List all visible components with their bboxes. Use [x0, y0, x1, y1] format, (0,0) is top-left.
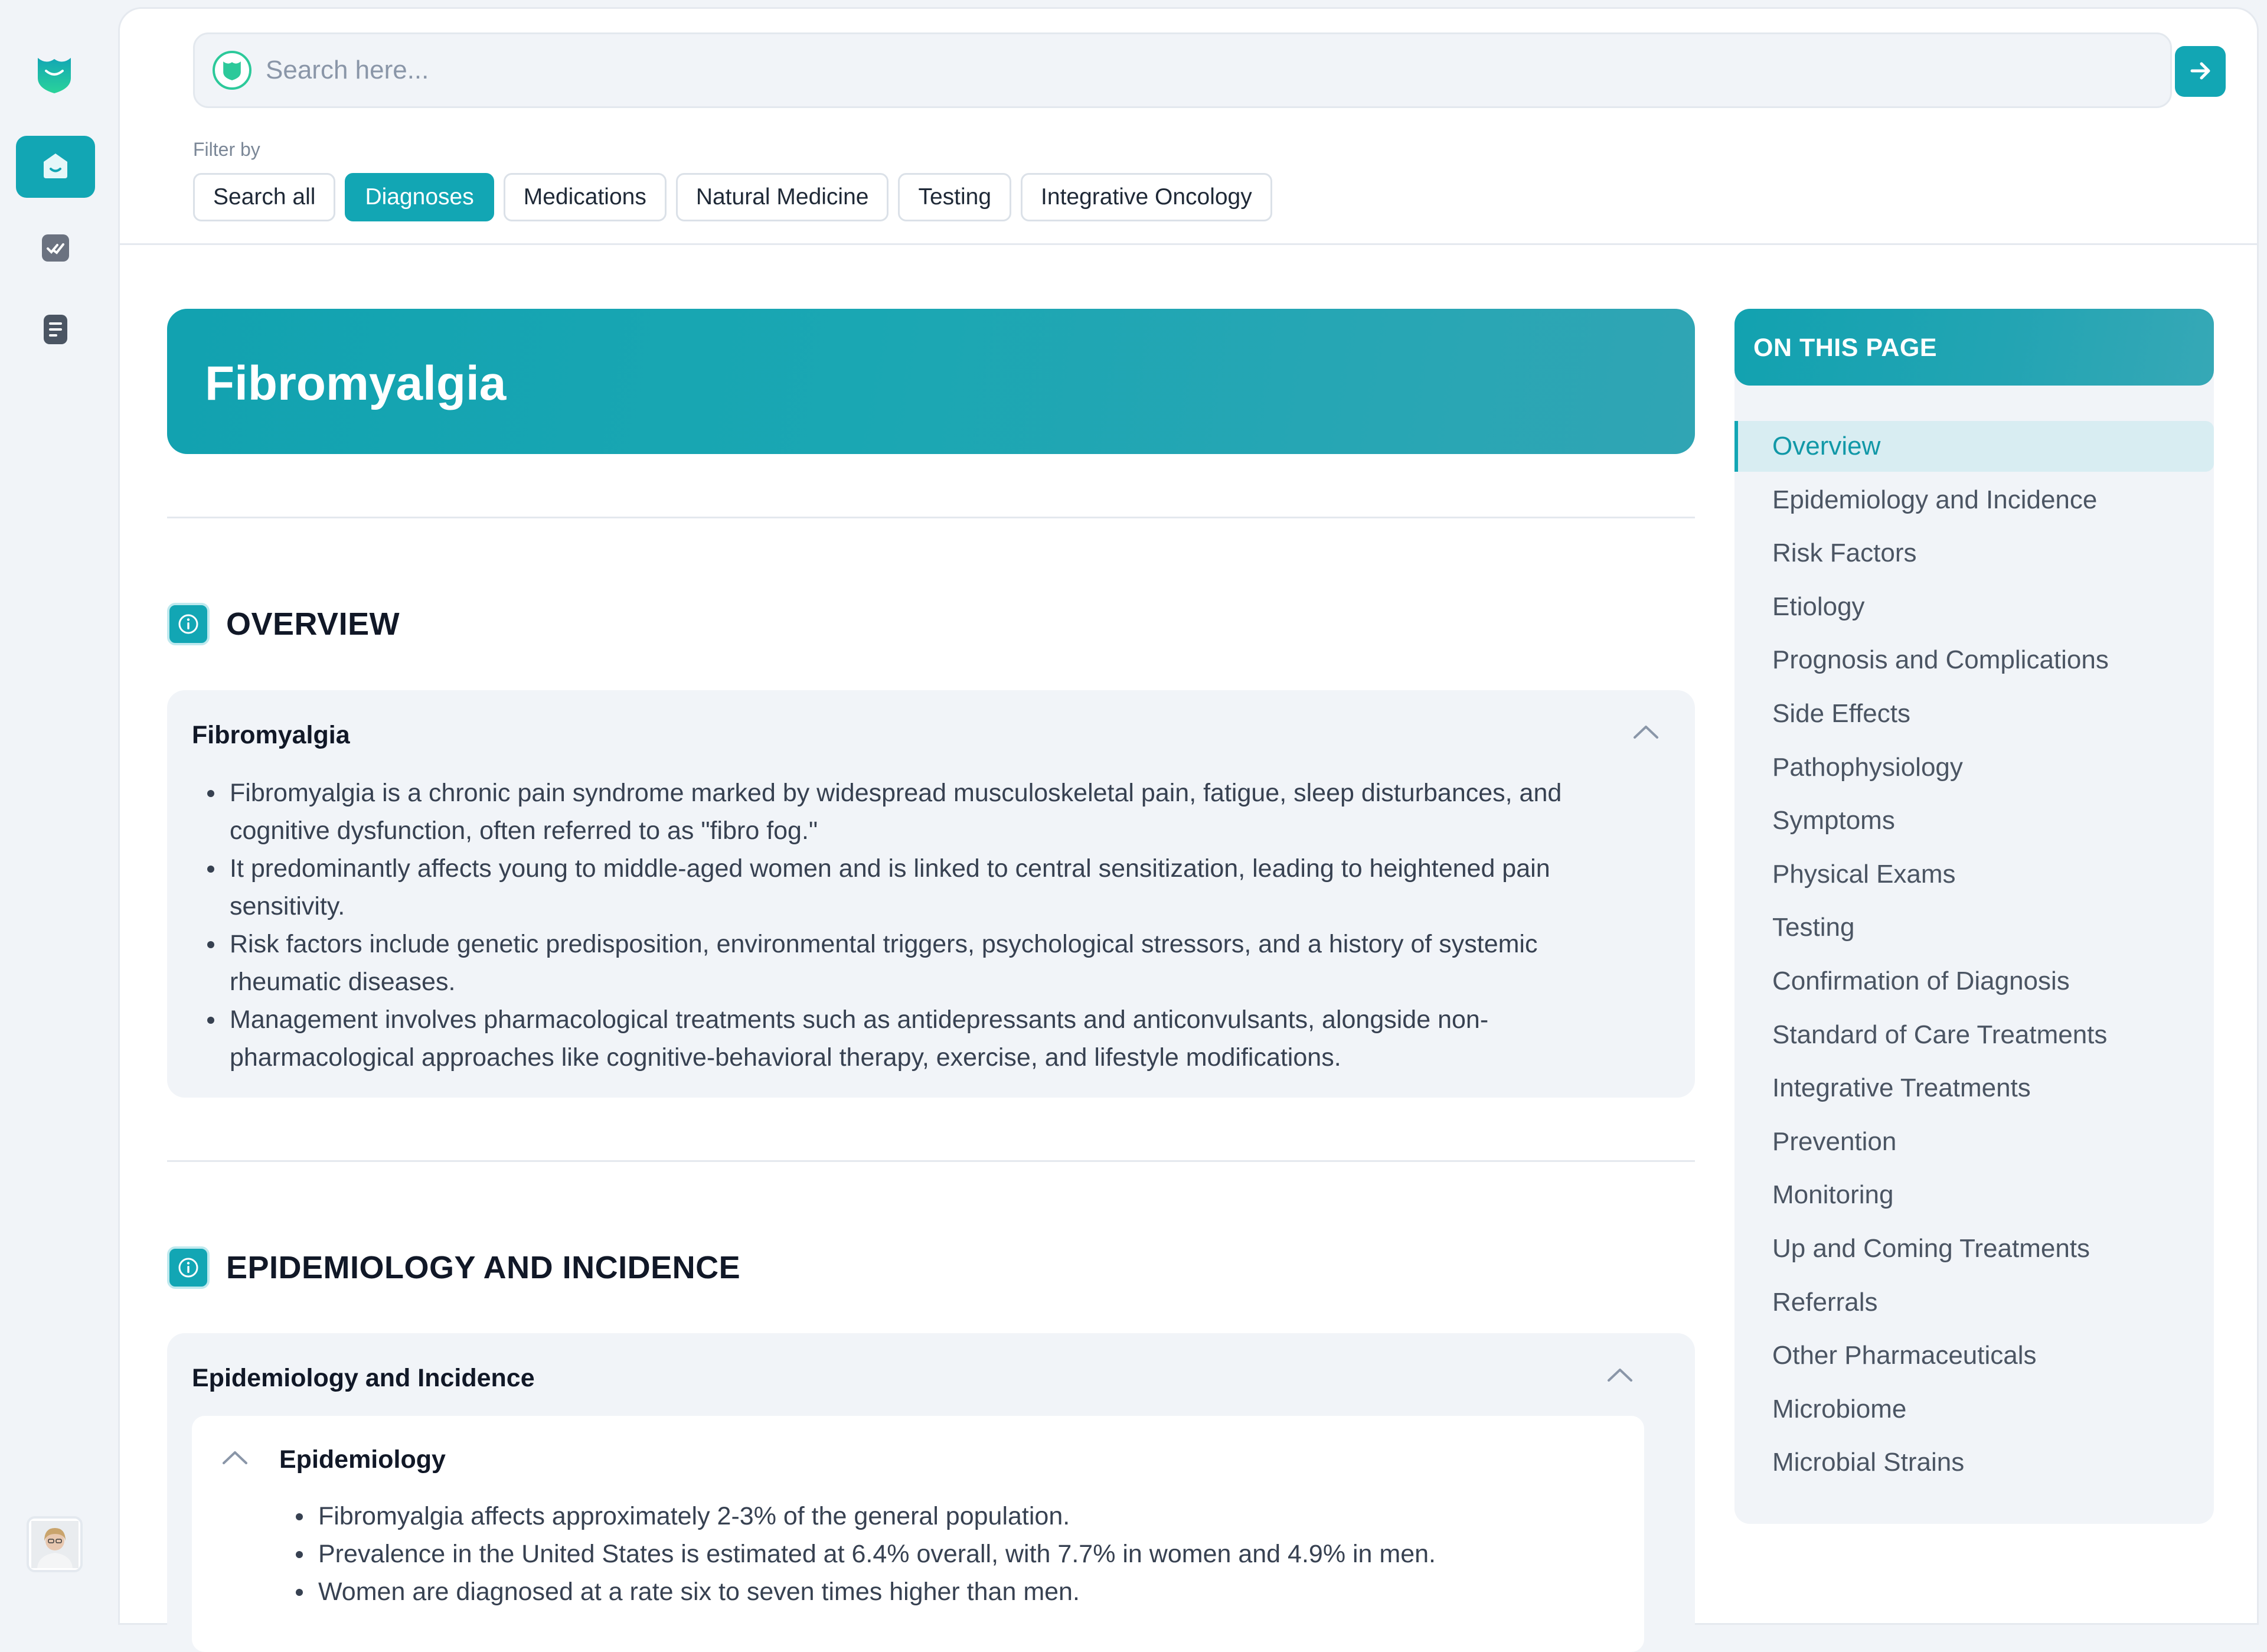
filter-chip-medications[interactable]: Medications	[503, 173, 667, 221]
epidemiology-bullet-list: Fibromyalgia affects approximately 2-3% …	[280, 1497, 1603, 1611]
user-avatar[interactable]	[27, 1516, 83, 1572]
app-logo-icon[interactable]	[37, 54, 72, 94]
list-item: Risk factors include genetic predisposit…	[192, 925, 1597, 1001]
panel-title: Epidemiology and Incidence	[192, 1364, 535, 1392]
list-item: Management involves pharmacological trea…	[192, 1001, 1597, 1076]
search-bar[interactable]	[193, 32, 2226, 108]
toc-heading: ON THIS PAGE	[1753, 334, 1938, 362]
section-title: OVERVIEW	[226, 606, 400, 642]
filter-chip-integrative-oncology[interactable]: Integrative Oncology	[1021, 173, 1272, 221]
toc-item-microbiome[interactable]: Microbiome	[1734, 1384, 2214, 1435]
toc-item-testing[interactable]: Testing	[1734, 902, 2214, 953]
toc-item-referrals[interactable]: Referrals	[1734, 1277, 2214, 1328]
left-rail	[0, 0, 116, 1612]
on-this-page-nav: ON THIS PAGE Overview Epidemiology and In…	[1734, 309, 2214, 1524]
search-input[interactable]	[266, 50, 2072, 91]
chevron-up-icon[interactable]	[221, 1449, 249, 1465]
toc-item-other-pharmaceuticals[interactable]: Other Pharmaceuticals	[1734, 1330, 2214, 1381]
search-header: Filter by Search all Diagnoses Medicatio…	[120, 9, 2257, 245]
toc-header: ON THIS PAGE	[1734, 309, 2214, 386]
toc-item-overview[interactable]: Overview	[1734, 421, 2214, 472]
filter-chip-testing[interactable]: Testing	[898, 173, 1012, 221]
info-icon	[167, 1246, 210, 1289]
toc-item-pathophysiology[interactable]: Pathophysiology	[1734, 742, 2214, 793]
list-item: Prevalence in the United States is estim…	[280, 1535, 1603, 1573]
toc-item-microbial-strains[interactable]: Microbial Strains	[1734, 1437, 2214, 1488]
main-content-card: Filter by Search all Diagnoses Medicatio…	[118, 7, 2259, 1652]
list-item: Fibromyalgia is a chronic pain syndrome …	[192, 774, 1597, 850]
section-divider	[167, 517, 1695, 518]
checklist-icon	[40, 233, 71, 266]
toc-item-etiology[interactable]: Etiology	[1734, 582, 2214, 632]
info-icon	[167, 603, 210, 645]
toc-item-symptoms[interactable]: Symptoms	[1734, 795, 2214, 846]
toc-item-integrative-treatments[interactable]: Integrative Treatments	[1734, 1063, 2214, 1114]
section-header-overview: OVERVIEW	[167, 603, 400, 645]
nav-home-button[interactable]	[16, 136, 95, 198]
filter-chip-group: Search all Diagnoses Medications Natural…	[193, 173, 1272, 221]
nav-documents-button[interactable]	[16, 300, 95, 362]
nav-tasks-button[interactable]	[16, 218, 95, 280]
chevron-up-icon[interactable]	[1606, 1366, 1634, 1383]
toc-item-up-and-coming-treatments[interactable]: Up and Coming Treatments	[1734, 1223, 2214, 1274]
toc-item-epidemiology-and-incidence[interactable]: Epidemiology and Incidence	[1734, 475, 2214, 525]
overview-bullet-list: Fibromyalgia is a chronic pain syndrome …	[192, 774, 1597, 1076]
epidemiology-panel: Epidemiology and Incidence Epidemiology …	[167, 1333, 1695, 1652]
search-submit-button[interactable]	[2175, 46, 2226, 97]
filter-chip-search-all[interactable]: Search all	[193, 173, 336, 221]
toc-item-monitoring[interactable]: Monitoring	[1734, 1170, 2214, 1220]
arrow-right-icon	[2187, 58, 2213, 86]
epidemiology-subsection: Epidemiology Fibromyalgia affects approx…	[192, 1416, 1644, 1652]
filter-label: Filter by	[193, 139, 260, 160]
toc-item-physical-exams[interactable]: Physical Exams	[1734, 849, 2214, 900]
home-icon	[40, 150, 71, 184]
document-icon	[40, 313, 71, 349]
toc-item-prevention[interactable]: Prevention	[1734, 1116, 2214, 1167]
panel-title: Fibromyalgia	[192, 721, 350, 749]
toc-item-confirmation-of-diagnosis[interactable]: Confirmation of Diagnosis	[1734, 956, 2214, 1007]
page-title-banner: Fibromyalgia	[167, 309, 1695, 454]
filter-chip-natural-medicine[interactable]: Natural Medicine	[675, 173, 889, 221]
section-divider	[167, 1160, 1695, 1162]
toc-item-standard-of-care-treatments[interactable]: Standard of Care Treatments	[1734, 1010, 2214, 1060]
page-title: Fibromyalgia	[205, 357, 507, 410]
chevron-up-icon[interactable]	[1632, 723, 1660, 740]
filter-chip-diagnoses[interactable]: Diagnoses	[345, 173, 494, 221]
section-header-epidemiology: EPIDEMIOLOGY AND INCIDENCE	[167, 1246, 740, 1289]
subsection-title: Epidemiology	[279, 1445, 446, 1474]
overview-panel: Fibromyalgia Fibromyalgia is a chronic p…	[167, 690, 1695, 1098]
toc-list: Overview Epidemiology and Incidence Risk F…	[1734, 421, 2214, 1491]
toc-item-prognosis-and-complications[interactable]: Prognosis and Complications	[1734, 635, 2214, 685]
list-item: Fibromyalgia affects approximately 2-3% …	[280, 1497, 1603, 1535]
toc-item-side-effects[interactable]: Side Effects	[1734, 688, 2214, 739]
toc-item-risk-factors[interactable]: Risk Factors	[1734, 528, 2214, 579]
list-item: Women are diagnosed at a rate six to sev…	[280, 1573, 1603, 1611]
shield-logo-icon	[213, 51, 251, 90]
list-item: It predominantly affects young to middle…	[192, 850, 1597, 925]
section-title: EPIDEMIOLOGY AND INCIDENCE	[226, 1250, 741, 1285]
